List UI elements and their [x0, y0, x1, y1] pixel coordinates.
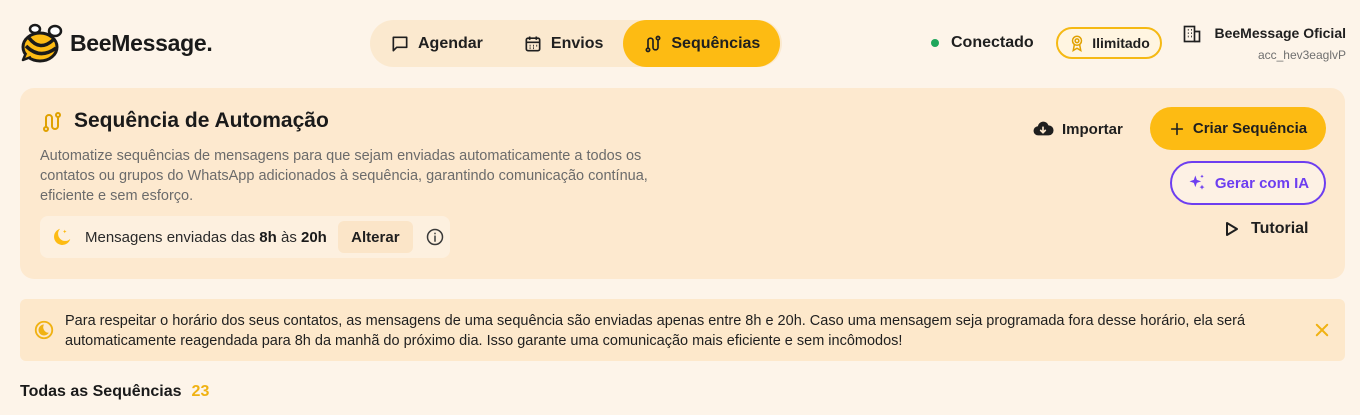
page-description: Automatize sequências de mensagens para … — [40, 148, 648, 204]
tutorial-button[interactable]: Tutorial — [1225, 220, 1308, 238]
change-hours-button[interactable]: Alterar — [337, 221, 413, 253]
tab-envios-label: Envios — [550, 34, 604, 52]
message-square-icon — [392, 36, 408, 52]
close-icon[interactable] — [1313, 321, 1331, 339]
hours-prefix: Mensagens enviadas das — [85, 228, 256, 246]
hours-mid: às — [280, 228, 297, 246]
tab-sequencias-label: Sequências — [671, 34, 761, 52]
moon-icon — [54, 228, 71, 245]
account-selector[interactable]: BeeMessage Oficial acc_hev3eaglvP — [1182, 24, 1346, 64]
clock-icon — [34, 320, 54, 340]
sequences-count: 23 — [191, 383, 210, 400]
alert-text: Para respeitar o horário dos seus contat… — [65, 313, 1246, 349]
sending-hours: Mensagens enviadas das 8h às 20h Alterar — [40, 216, 450, 258]
tutorial-label: Tutorial — [1251, 220, 1309, 237]
bee-logo-icon — [21, 23, 63, 63]
create-label: Criar Sequência — [1192, 120, 1308, 137]
calendar-icon — [525, 36, 541, 52]
logo[interactable]: BeeMessage. — [20, 22, 213, 64]
cloud-download-icon — [1033, 121, 1054, 136]
import-label: Importar — [1062, 120, 1123, 138]
building-icon — [1183, 25, 1201, 43]
route-icon — [645, 35, 661, 52]
plan-label: Ilimitado — [1092, 35, 1150, 51]
import-button[interactable]: Importar — [1032, 118, 1123, 140]
main-nav: Agendar Envios Sequências — [370, 20, 782, 67]
route-icon — [43, 112, 61, 132]
tab-agendar-label: Agendar — [418, 34, 483, 52]
play-icon — [1226, 222, 1238, 236]
ai-label: Gerar com IA — [1214, 174, 1310, 192]
tab-envios[interactable]: Envios — [503, 20, 623, 67]
top-header: BeeMessage. Agendar Envios Sequências Co… — [0, 0, 1360, 88]
account-name: BeeMessage Oficial — [1214, 25, 1346, 41]
tab-agendar[interactable]: Agendar — [370, 20, 503, 67]
status-label: Conectado — [951, 34, 1034, 51]
hours-end: 20h — [301, 228, 327, 246]
logo-text: BeeMessage. — [70, 29, 213, 56]
schedule-alert: Para respeitar o horário dos seus contat… — [20, 299, 1345, 361]
hours-start: 8h — [259, 228, 277, 246]
plus-icon — [1170, 122, 1184, 135]
account-id: acc_hev3eaglvP — [1257, 48, 1346, 62]
connection-status: Conectado — [931, 34, 1034, 52]
sparkles-icon — [1189, 174, 1205, 190]
award-icon — [1071, 35, 1083, 52]
plan-badge[interactable]: Ilimitado — [1056, 27, 1162, 59]
tab-sequencias[interactable]: Sequências — [623, 20, 781, 67]
automation-card: Sequência de Automação Automatize sequên… — [20, 88, 1345, 279]
info-icon[interactable] — [425, 227, 445, 247]
page-title: Sequência de Automação — [74, 109, 329, 132]
sequences-header: Todas as Sequências 23 — [20, 383, 209, 401]
generate-ai-button[interactable]: Gerar com IA — [1170, 161, 1326, 205]
create-sequence-button[interactable]: Criar Sequência — [1150, 107, 1326, 150]
status-dot-icon — [931, 39, 939, 47]
sequences-title: Todas as Sequências — [20, 383, 182, 400]
